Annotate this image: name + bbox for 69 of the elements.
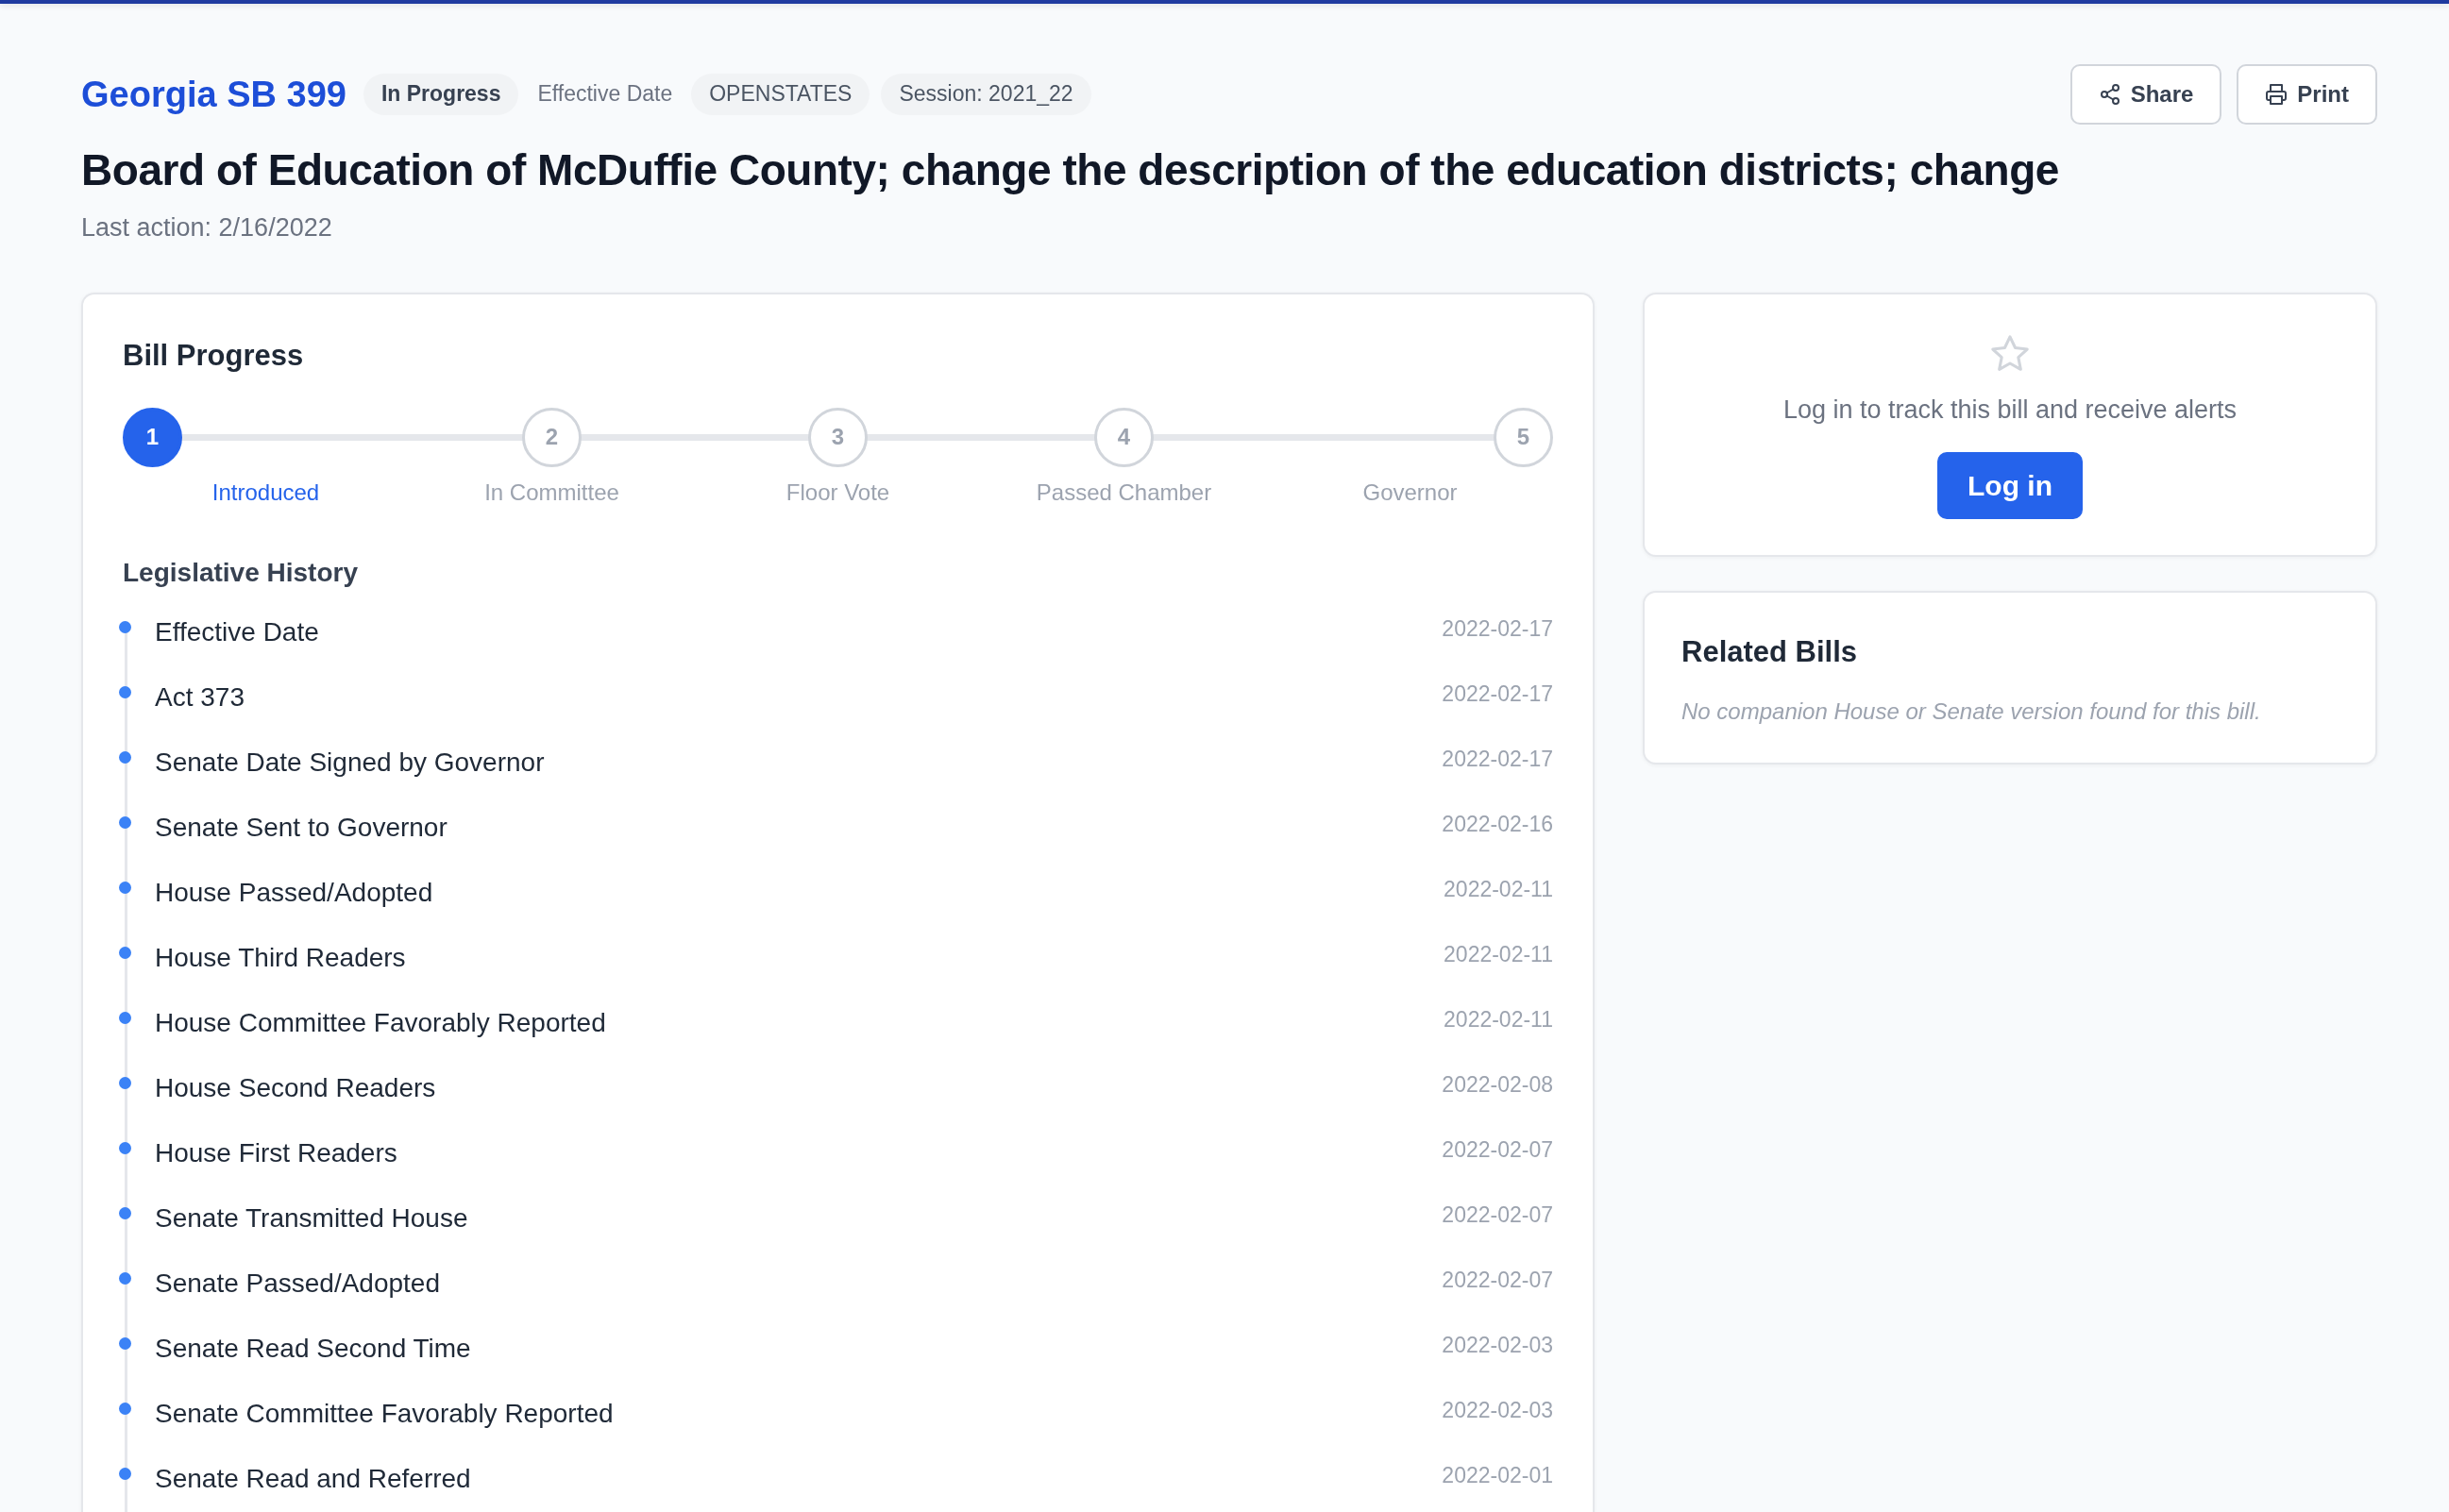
history-date: 2022-02-17 [1442,680,1553,708]
timeline-dot-icon [119,1403,131,1416]
last-action-text: Last action: 2/16/2022 [81,212,333,244]
printer-icon [2265,83,2289,106]
tag-badge: Session: 2021_22 [881,74,1091,115]
timeline-dot-icon [119,1207,131,1220]
history-action: House Passed/Adopted [155,876,433,909]
history-date: 2022-02-07 [1442,1201,1553,1229]
history-action: Senate Read and Referred [155,1462,471,1495]
history-action: Act 373 [155,680,245,714]
history-date: 2022-02-11 [1444,1006,1553,1033]
history-date: 2022-02-17 [1442,746,1553,773]
history-action: Effective Date [155,615,319,648]
timeline-dot-icon [119,1077,131,1090]
section-heading: Bill Progress [123,337,305,373]
timeline-dot-icon [119,1337,131,1351]
history-action: House First Readers [155,1136,397,1169]
step-circle: 1 [123,407,182,467]
status-badge: In Progress [363,74,519,115]
timeline-dot-icon [119,621,131,634]
share-icon [2098,83,2121,106]
history-date: 2022-02-01 [1442,1462,1553,1489]
step-label: Floor Vote [785,479,891,507]
share-button[interactable]: Share [2069,64,2222,125]
timeline-dot-icon [119,1142,131,1155]
history-action: Senate Read Second Time [155,1332,471,1365]
timeline-dot-icon [119,751,131,764]
step-label: Introduced [211,479,321,507]
history-date: 2022-02-08 [1442,1071,1553,1099]
timeline-dot-icon [119,1468,131,1481]
effective-date-label: Effective Date [536,80,674,109]
timeline-dot-icon [119,1272,131,1285]
section-heading: Related Bills [1681,633,1859,670]
history-action: Senate Committee Favorably Reported [155,1397,614,1430]
step-circle: 3 [808,407,868,467]
timeline-dot-icon [119,947,131,960]
timeline-dot-icon [119,1012,131,1025]
timeline-dot-icon [119,816,131,830]
history-action: Senate Passed/Adopted [155,1267,440,1300]
step-label: In Committee [483,479,620,507]
history-date: 2022-02-03 [1442,1332,1553,1359]
step-circle: 5 [1494,407,1553,467]
history-date: 2022-02-17 [1442,615,1553,643]
history-action: Senate Transmitted House [155,1201,468,1235]
history-action: Senate Date Signed by Governor [155,746,545,779]
timeline-dot-icon [119,882,131,895]
step-circle: 4 [1094,407,1154,467]
history-date: 2022-02-11 [1444,876,1553,903]
history-action: House Committee Favorably Reported [155,1006,606,1039]
step-label: Passed Chamber [1035,479,1213,507]
bill-number: Georgia SB 399 [81,76,346,112]
empty-state-text: No companion House or Senate version found for this bill. [1681,698,2262,726]
history-date: 2022-02-07 [1442,1267,1553,1294]
login-button[interactable]: Log in [1937,451,2083,519]
tag-badge: OPENSTATES [691,74,870,115]
history-date: 2022-02-16 [1442,811,1553,838]
timeline-dot-icon [119,686,131,699]
section-heading: Legislative History [123,556,359,589]
history-date: 2022-02-03 [1442,1397,1553,1424]
history-action: House Second Readers [155,1071,436,1104]
bill-title: Board of Education of McDuffie County; change the description of the education districts; change [81,144,2060,196]
step-label: Governor [1361,479,1459,507]
history-action: House Third Readers [155,941,406,974]
tracking-message: Log in to track this bill and receive alerts [1782,394,2238,425]
step-circle: 2 [522,407,582,467]
history-date: 2022-02-11 [1444,941,1553,968]
history-date: 2022-02-07 [1442,1136,1553,1164]
history-action: Senate Sent to Governor [155,811,448,844]
print-button[interactable]: Print [2237,64,2377,125]
